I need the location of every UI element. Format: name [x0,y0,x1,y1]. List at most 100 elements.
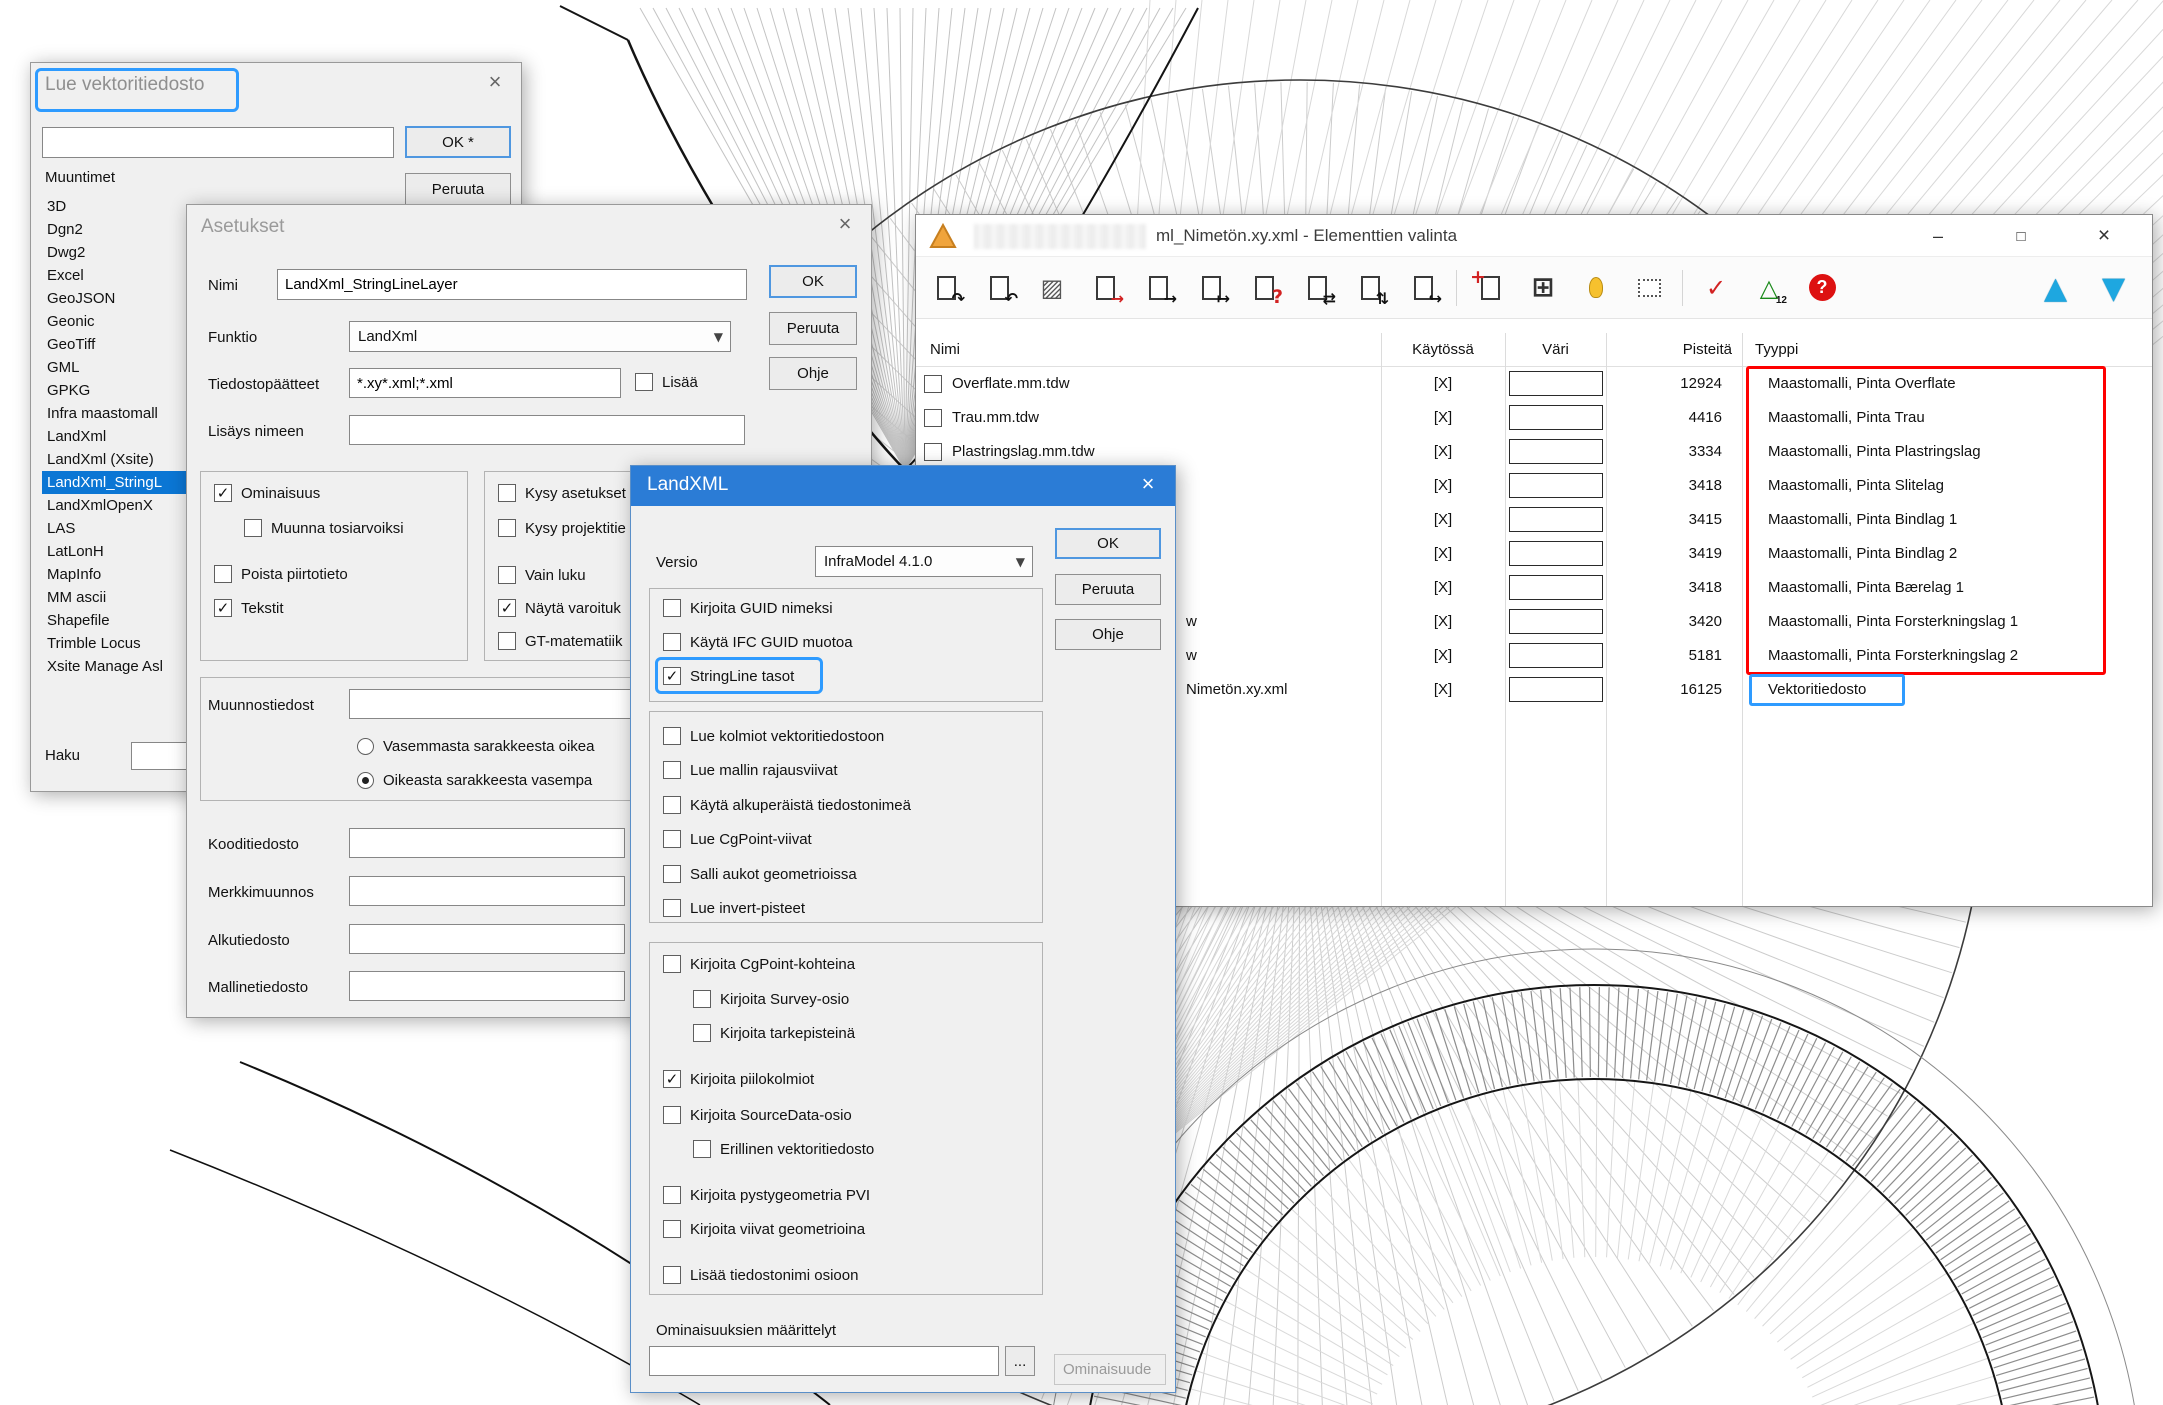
column-header-pisteita[interactable]: Pisteitä [1606,333,1732,367]
help-button[interactable]: Ohje [1055,619,1161,650]
checkbox-kirjoita-survey-osio[interactable]: Kirjoita Survey-osio [693,988,849,1010]
highlight-lamp-icon[interactable] [1576,268,1616,308]
checkbox-gt-matematiik[interactable]: GT-matematiik [498,630,623,652]
query-element-icon[interactable]: ? [1244,268,1284,308]
color-swatch[interactable] [1509,439,1603,464]
row-checkbox[interactable] [924,443,942,461]
checkbox-lisaa[interactable]: Lisää [635,371,698,393]
checkbox-vain-luku[interactable]: Vain luku [498,564,586,586]
column-header-tyyppi[interactable]: Tyyppi [1755,333,1798,367]
checkbox-kayta-ifc-guid[interactable]: Käytä IFC GUID muotoa [663,631,853,653]
checkbox-kirjoita-cgpoint[interactable]: Kirjoita CgPoint-kohteina [663,953,855,975]
checkbox-kirjoita-guid-nimeksi[interactable]: Kirjoita GUID nimeksi [663,597,833,619]
validate-icon[interactable]: ✓ [1696,268,1736,308]
koodi-input[interactable] [349,828,625,858]
checkbox-nayta-varoituk[interactable]: Näytä varoituk [498,597,621,619]
checkbox-kirjoita-piilokolmiot[interactable]: Kirjoita piilokolmiot [663,1068,814,1090]
cancel-button[interactable]: Peruuta [769,312,857,345]
checkbox-kysy-projektitie[interactable]: Kysy projektitie [498,517,626,539]
cancel-button[interactable]: Peruuta [1055,574,1161,605]
triangulation-icon[interactable]: △12 [1749,268,1789,308]
color-swatch[interactable] [1509,507,1603,532]
row-checkbox[interactable] [924,409,942,427]
color-swatch[interactable] [1509,541,1603,566]
radio-oikeasta[interactable]: Oikeasta sarakkeesta vasempa [357,769,592,791]
ok-button[interactable]: OK * [405,126,511,158]
filename-input[interactable] [42,127,394,158]
close-icon[interactable]: × [829,211,861,237]
color-swatch[interactable] [1509,609,1603,634]
column-header-nimi[interactable]: Nimi [930,333,960,367]
fit-view-icon[interactable]: ⊞ [1523,268,1563,308]
radio-vasemmasta[interactable]: Vasemmasta sarakkeesta oikea [357,735,595,757]
checkbox-lue-invert-pisteet[interactable]: Lue invert-pisteet [663,897,805,919]
move-up-icon[interactable]: ▲ [2044,271,2067,306]
alku-input[interactable] [349,924,625,954]
checkbox-kysy-asetukset[interactable]: Kysy asetukset [498,482,626,504]
checkbox-tekstit[interactable]: Tekstit [214,597,284,619]
move-element-icon[interactable]: ↦ [1191,268,1231,308]
column-header-vari[interactable]: Väri [1505,333,1606,367]
cancel-button[interactable]: Peruuta [405,173,511,205]
nimi-input[interactable] [277,269,747,300]
checkbox-poista-piirtotieto[interactable]: Poista piirtotieto [214,563,348,585]
checkbox-lisaa-tiedostonimi[interactable]: Lisää tiedostonimi osioon [663,1264,858,1286]
row-kaytossa: [X] [1381,571,1505,605]
more-button[interactable]: ... [1005,1346,1035,1376]
edit-hatch-icon[interactable]: ▨ [1032,268,1072,308]
reorder-element-icon[interactable]: ⇅ [1350,268,1390,308]
copy-element-icon[interactable]: ↷ [926,268,966,308]
color-swatch[interactable] [1509,677,1603,702]
ok-button[interactable]: OK [769,265,857,298]
column-header-kaytossa[interactable]: Käytössä [1381,333,1505,367]
minimize-button[interactable]: – [1910,215,1966,257]
window-title-bar[interactable]: ml_Nimetön.xy.xml - Elementtien valinta … [916,215,2152,257]
checkbox-salli-aukot[interactable]: Salli aukot geometrioissa [663,863,857,885]
checkbox-lue-mallin-rajausviivat[interactable]: Lue mallin rajausviivat [663,759,838,781]
color-swatch[interactable] [1509,405,1603,430]
help-icon[interactable]: ? [1802,268,1842,308]
checkbox-lue-kolmiot[interactable]: Lue kolmiot vektoritiedostoon [663,725,884,747]
checkbox-kirjoita-sourcedata[interactable]: Kirjoita SourceData-osio [663,1104,852,1126]
checkbox-erillinen-vektoritiedosto[interactable]: Erillinen vektoritiedosto [693,1138,874,1160]
lisays-input[interactable] [349,415,745,445]
versio-combobox[interactable]: InfraModel 4.1.0 ▼ [815,546,1033,577]
write-file-icon[interactable]: → [1138,268,1178,308]
table-row[interactable]: Overflate.mm.tdw [X] 12924 Maastomalli, … [916,367,2152,401]
color-swatch[interactable] [1509,473,1603,498]
move-down-icon[interactable]: ▼ [2102,271,2125,306]
row-checkbox[interactable] [924,375,942,393]
checkbox-kirjoita-tarkepisteina[interactable]: Kirjoita tarkepisteinä [693,1022,855,1044]
funktio-combobox[interactable]: LandXml ▼ [349,321,731,352]
checkbox-kirjoita-viivat-geometrioina[interactable]: Kirjoita viivat geometrioina [663,1218,865,1240]
checkbox-ominaisuus[interactable]: Ominaisuus [214,482,320,504]
merkki-input[interactable] [349,876,625,906]
dialog-title-bar[interactable]: LandXML × [631,466,1175,506]
transfer-element-icon[interactable]: ⇄ [1297,268,1337,308]
color-swatch[interactable] [1509,575,1603,600]
duplicate-element-icon[interactable]: ↪ [1403,268,1443,308]
new-file-icon[interactable]: + [1470,268,1510,308]
ominaisuudet-button[interactable]: Ominaisuude [1054,1354,1166,1385]
checkbox-muunna-tosiarvoiksi[interactable]: Muunna tosiarvoiksi [244,517,404,539]
table-row[interactable]: Trau.mm.tdw [X] 4416 Maastomalli, Pinta … [916,401,2152,435]
select-area-icon[interactable] [1629,268,1669,308]
ok-button[interactable]: OK [1055,528,1161,559]
close-icon[interactable]: × [2076,215,2132,257]
malline-input[interactable] [349,971,625,1001]
add-to-file-icon[interactable]: → [1085,268,1125,308]
close-icon[interactable]: × [479,69,511,95]
color-swatch[interactable] [1509,643,1603,668]
help-button[interactable]: Ohje [769,357,857,390]
checkbox-kayta-alkuperaista[interactable]: Käytä alkuperäistä tiedostonimeä [663,794,911,816]
maximize-button[interactable]: □ [1993,215,2049,257]
color-swatch[interactable] [1509,371,1603,396]
table-row[interactable]: Plastringslag.mm.tdw [X] 3334 Maastomall… [916,435,2152,469]
tiedostopaatteet-input[interactable] [349,368,621,398]
checkbox-lue-cgpoint-viivat[interactable]: Lue CgPoint-viivat [663,828,812,850]
close-icon[interactable]: × [1131,471,1165,497]
checkbox-kirjoita-pystygeometria[interactable]: Kirjoita pystygeometria PVI [663,1184,870,1206]
checkbox-stringline-tasot[interactable]: StringLine tasot [663,665,794,687]
maarittelyt-input[interactable] [649,1346,999,1376]
paste-element-icon[interactable]: ↶ [979,268,1019,308]
